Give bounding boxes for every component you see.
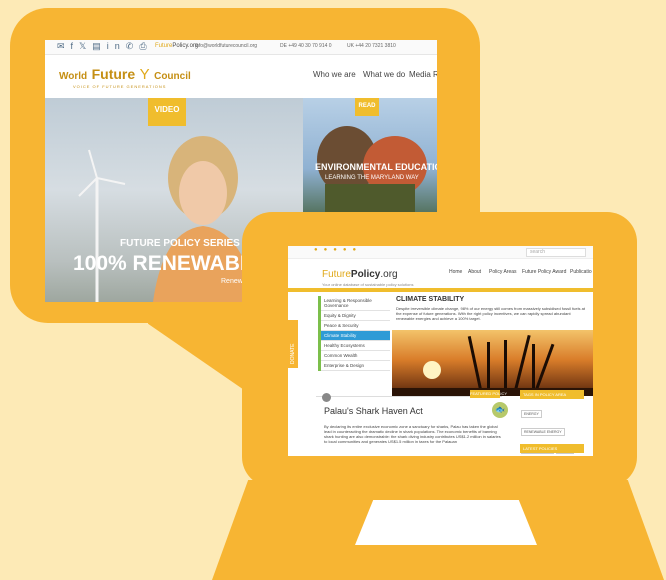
nav-future-policy-award[interactable]: Future Policy Award <box>522 269 566 275</box>
policy-area-icon <box>322 393 331 402</box>
sidebar-item[interactable]: Equity & Dignity <box>321 311 390 321</box>
contact-phone-uk: UK +44 20 7321 3810 <box>347 43 396 49</box>
tag-chip[interactable]: ENERGY <box>521 410 542 418</box>
contact-email[interactable]: info@worldfuturecouncil.org <box>195 43 257 49</box>
hero-slide-read[interactable]: READ ENVIRONMENTAL EDUCATION LEARNING TH… <box>303 98 437 216</box>
climate-title: CLIMATE STABILITY <box>396 296 465 303</box>
sunset-photo <box>392 330 593 396</box>
read-badge: READ <box>355 98 379 116</box>
top-bar: ●●●●● search <box>288 246 593 259</box>
nav-policy-areas[interactable]: Policy Areas <box>489 269 517 275</box>
article-title[interactable]: Palau's Shark Haven Act <box>324 406 423 416</box>
nav-about[interactable]: About <box>468 269 481 275</box>
featured-label: FEATURED POLICY <box>470 390 508 398</box>
sidebar-item[interactable]: Enterprise & Design <box>321 361 390 371</box>
sidebar-item[interactable]: Peace & Security <box>321 321 390 331</box>
laptop-screen: ●●●●● search FuturePolicy.org Your onlin… <box>288 246 593 456</box>
contact-phone-de: DE +49 40 30 70 914 0 <box>280 43 332 49</box>
article-text: By declaring its entire exclusive econom… <box>324 424 501 444</box>
sidebar-item[interactable]: Climate Stability <box>321 331 390 341</box>
share-bar: ✉f𝕏▤in✆⎙ FuturePolicy.org info@worldfutu… <box>45 40 437 55</box>
video-badge: VIDEO <box>148 98 186 126</box>
social-icons[interactable]: ✉f𝕏▤in✆⎙ <box>57 41 153 52</box>
people-silhouette <box>392 334 593 396</box>
sidebar-item[interactable]: Common Wealth <box>321 351 390 361</box>
nav-who-we-are[interactable]: Who we are <box>313 70 356 79</box>
search-input[interactable]: search <box>526 248 586 257</box>
nav-media-room[interactable]: Media Roo <box>409 70 437 79</box>
shark-icon: 🐟 <box>492 402 508 418</box>
header-rule <box>288 288 593 292</box>
tags-header: TAGS IN POLICY AREA <box>520 390 584 399</box>
nav-publications[interactable]: Publicatio <box>570 269 592 275</box>
nav-what-we-do[interactable]: What we do <box>363 70 405 79</box>
laptop-trackpad <box>355 500 537 545</box>
social-icons[interactable]: ●●●●● <box>314 247 362 253</box>
slide2-title: ENVIRONMENTAL EDUCATION <box>315 162 437 172</box>
donate-tab[interactable]: DONATE <box>288 320 298 368</box>
climate-panel: CLIMATE STABILITY Despite irreversible c… <box>392 296 593 396</box>
hero-series: FUTURE POLICY SERIES <box>120 238 240 249</box>
sidebar-item[interactable]: Healthy Ecosystems <box>321 341 390 351</box>
wfc-logo[interactable]: World Future Y Council VOICE OF FUTURE G… <box>59 66 191 89</box>
climate-text: Despite irreversible climate change, 98%… <box>396 306 585 321</box>
policy-area-menu: Learning & Responsible Governance Equity … <box>318 296 390 371</box>
nav-home[interactable]: Home <box>449 269 462 275</box>
slide2-subtitle: LEARNING THE MARYLAND WAY <box>325 175 419 181</box>
logo-small[interactable]: FuturePolicy.org <box>155 43 198 49</box>
wfc-tree-icon: Y <box>139 66 150 83</box>
sidebar-item[interactable]: Learning & Responsible Governance <box>321 296 390 311</box>
futurepolicy-logo[interactable]: FuturePolicy.org Your online database of… <box>322 264 413 287</box>
tag-chip[interactable]: RENEWABLE ENERGY <box>521 428 565 436</box>
latest-header: LATEST POLICIES <box>520 444 584 453</box>
